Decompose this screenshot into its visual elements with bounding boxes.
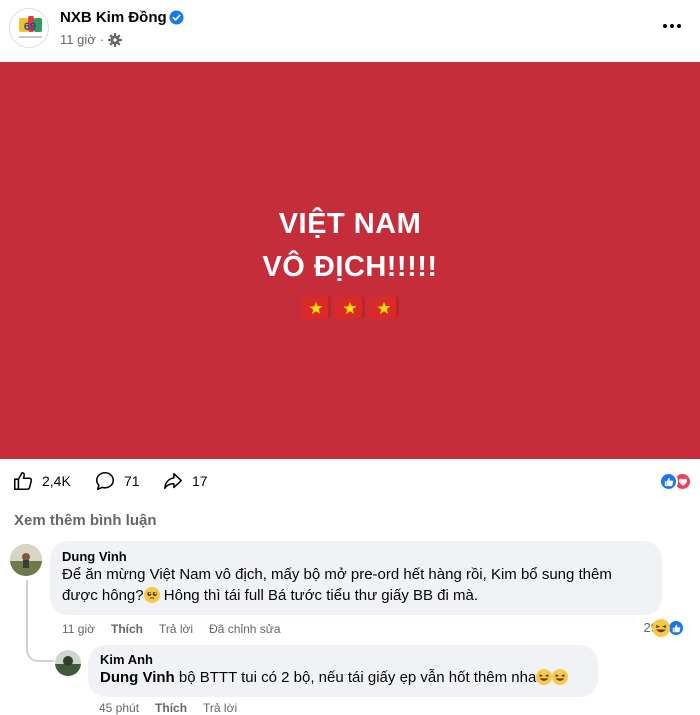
reply-thread-line: [26, 580, 54, 662]
comment-author[interactable]: Dung Vinh: [62, 549, 650, 564]
verified-badge-icon: [169, 10, 184, 25]
comment-text-part-a: được hông?: [62, 587, 144, 604]
laughing-emoji-icon: [652, 619, 670, 637]
reply-time[interactable]: 45 phút: [99, 701, 139, 715]
dot-icon: [677, 24, 681, 28]
comment-edited-label: Đã chỉnh sửa: [209, 622, 281, 636]
reply-actions: 45 phút Thích Trả lời: [99, 701, 237, 715]
vietnam-flag-icon: [369, 295, 399, 320]
vietnam-flag-icon: [301, 295, 331, 320]
comment-bubble: Dung Vinh Để ăn mừng Việt Nam vô địch, m…: [50, 541, 662, 615]
svg-text:69: 69: [24, 21, 36, 33]
comment-time[interactable]: 11 giờ: [62, 622, 95, 636]
avatar-image: [10, 544, 42, 576]
comment-text-line-2: được hông? Hông thì tái full Bá tước tiể…: [62, 585, 650, 606]
comment-count: 71: [124, 473, 140, 489]
like-count: 2,4K: [42, 473, 71, 489]
laughing-emoji-icon: [552, 669, 569, 685]
gear-icon: [108, 32, 123, 47]
share-count: 17: [192, 473, 208, 489]
reply-bubble: Kim Anh Dung Vinh bộ BTTT tui có 2 bộ, n…: [88, 645, 598, 697]
like-reaction-icon: [659, 472, 678, 491]
reaction-summary[interactable]: [659, 472, 692, 491]
post-time[interactable]: 11 giờ: [60, 32, 96, 47]
laughing-emoji-icon: [536, 669, 553, 685]
view-more-comments-link[interactable]: Xem thêm bình luận: [14, 512, 157, 529]
reply-author[interactable]: Kim Anh: [100, 652, 586, 667]
meta-separator: ·: [99, 32, 105, 47]
reply-text: Dung Vinh bộ BTTT tui có 2 bộ, nếu tái g…: [100, 667, 586, 688]
reply-mention[interactable]: Dung Vinh: [100, 669, 175, 686]
reply-author-avatar[interactable]: [55, 650, 81, 676]
share-arrow-icon: [163, 472, 183, 490]
comment-text-line-1: Để ăn mừng Việt Nam vô địch, mấy bộ mở p…: [62, 566, 612, 583]
kim-dong-logo-icon: 69: [10, 9, 48, 47]
comment-bubble-icon: [95, 471, 115, 491]
comment-reply-button[interactable]: Trả lời: [159, 622, 193, 636]
reply-like-button[interactable]: Thích: [155, 701, 187, 715]
flags-row: [301, 295, 399, 320]
comment-button[interactable]: 71: [94, 470, 140, 492]
comment-text-part-b: Hông thì tái full Bá tước tiểu thư giấy …: [159, 587, 479, 604]
comment-actions: 11 giờ Thích Trả lời Đã chỉnh sửa: [62, 622, 281, 636]
pleading-face-emoji-icon: [143, 587, 160, 603]
comment-like-button[interactable]: Thích: [111, 622, 143, 636]
avatar-image: [55, 650, 81, 676]
banner-line-2: VÔ ĐỊCH!!!!!: [262, 250, 438, 283]
reply-text-body: bộ BTTT tui có 2 bộ, nếu tái giấy ẹp vẫn…: [174, 669, 537, 686]
dot-icon: [663, 24, 667, 28]
page-name[interactable]: NXB Kim Đồng: [60, 9, 167, 26]
post-meta: 11 giờ ·: [60, 32, 123, 47]
page-avatar[interactable]: 69: [9, 8, 49, 48]
reply-reply-button[interactable]: Trả lời: [203, 701, 237, 715]
like-button[interactable]: 2,4K: [12, 470, 71, 492]
post-image-banner[interactable]: VIỆT NAM VÔ ĐỊCH!!!!!: [0, 62, 700, 459]
more-options-button[interactable]: [660, 16, 684, 36]
comment-text: Để ăn mừng Việt Nam vô địch, mấy bộ mở p…: [62, 564, 650, 606]
post-stats-bar: 2,4K 71 17: [0, 460, 700, 504]
comment-reactions[interactable]: [652, 619, 685, 637]
dot-icon: [670, 24, 674, 28]
commenter-avatar[interactable]: [10, 544, 42, 576]
thumbs-up-icon: [13, 471, 33, 491]
banner-line-1: VIỆT NAM: [278, 207, 422, 240]
share-button[interactable]: 17: [162, 470, 208, 492]
vietnam-flag-icon: [335, 295, 365, 320]
post-header: 69 NXB Kim Đồng 11 giờ ·: [0, 0, 700, 62]
